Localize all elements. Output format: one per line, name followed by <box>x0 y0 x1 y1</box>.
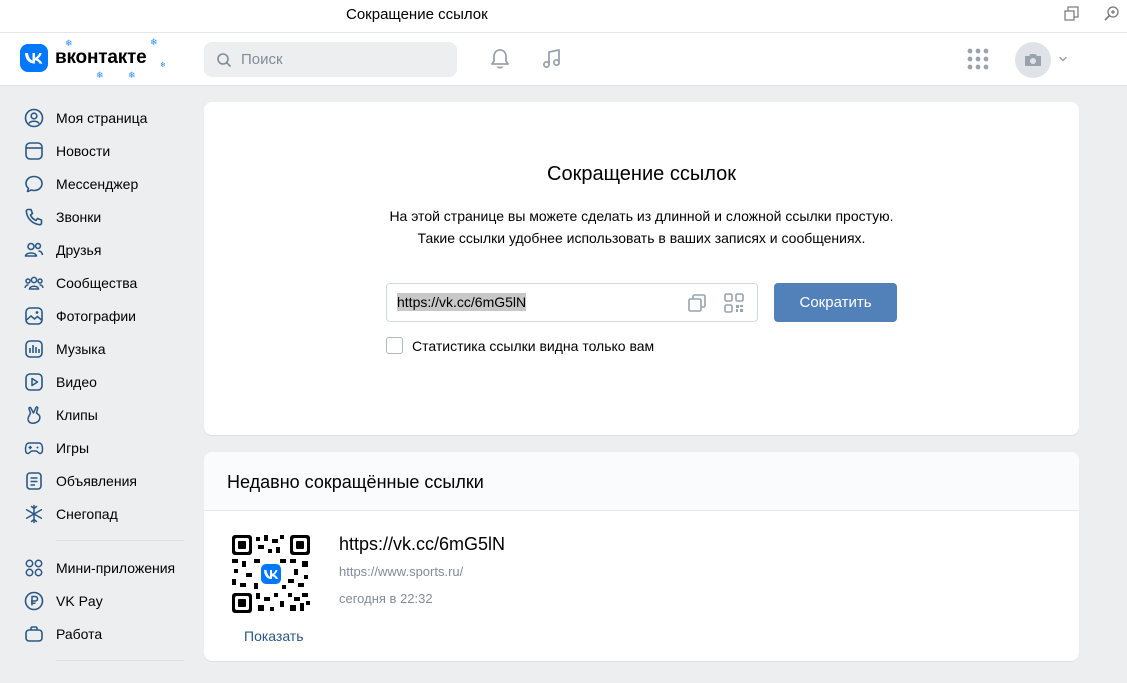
sidebar-item-mini-apps[interactable]: Мини-приложения <box>0 551 200 584</box>
url-input-field[interactable]: https://vk.cc/6mG5lN <box>386 283 758 322</box>
snowflake-icon <box>25 504 43 523</box>
checkbox-label[interactable]: Статистика ссылки видна только вам <box>412 338 654 354</box>
sidebar-item-vk-pay[interactable]: VK Pay <box>0 584 200 617</box>
apps-grid-icon[interactable] <box>965 46 991 72</box>
sidebar-item-label: Фотографии <box>56 307 137 324</box>
sidebar-item-label: Моя страница <box>56 109 148 126</box>
description-line: На этой странице вы можете сделать из дл… <box>389 208 894 224</box>
video-icon <box>25 372 43 391</box>
sidebar-item-friends[interactable]: Друзья <box>0 233 200 266</box>
apps-icon <box>25 559 43 576</box>
sidebar-item-video[interactable]: Видео <box>0 365 200 398</box>
search-icon <box>217 52 231 67</box>
sidebar-item-photos[interactable]: Фотографии <box>0 299 200 332</box>
recent-links-header: Недавно сокращённые ссылки <box>204 452 1079 511</box>
avatar[interactable] <box>1015 42 1051 78</box>
shorten-button[interactable]: Сократить <box>774 283 897 322</box>
sidebar-item-label: Клипы <box>56 406 98 423</box>
sidebar-item-communities[interactable]: Сообщества <box>0 266 200 299</box>
logo-text: вконтакте <box>55 47 147 68</box>
sidebar-item-messenger[interactable]: Мессенджер <box>0 167 200 200</box>
vkpay-icon <box>24 591 44 610</box>
sidebar-item-label: Музыка <box>56 340 106 357</box>
sidebar-divider <box>56 660 184 661</box>
copy-icon[interactable] <box>686 292 708 314</box>
sidebar-item-label: Новости <box>56 142 111 159</box>
page-title: Сокращение ссылок <box>547 163 736 185</box>
sidebar-item-news[interactable]: Новости <box>0 134 200 167</box>
snowflake-decor-icon: ❄ <box>65 38 73 48</box>
zoom-icon[interactable] <box>1103 5 1121 23</box>
communities-icon <box>24 276 44 290</box>
phone-icon <box>25 208 43 226</box>
recent-links-title: Недавно сокращённые ссылки <box>227 472 484 492</box>
qr-code-image[interactable] <box>232 535 310 613</box>
short-url-link[interactable]: https://vk.cc/6mG5lN <box>339 534 505 555</box>
clips-icon <box>27 405 41 424</box>
restore-icon[interactable] <box>1063 5 1081 23</box>
left-sidebar: Моя страница Новости Мессенджер Звонки Д… <box>0 101 200 671</box>
sidebar-item-music[interactable]: Музыка <box>0 332 200 365</box>
stats-private-checkbox[interactable]: Статистика ссылки видна только вам <box>386 337 654 354</box>
user-circle-icon <box>24 108 44 127</box>
show-qr-link[interactable]: Показать <box>244 628 304 644</box>
sidebar-item-label: Мессенджер <box>56 175 139 192</box>
friends-icon <box>24 242 44 257</box>
camera-icon <box>1025 54 1041 66</box>
sidebar-item-games[interactable]: Игры <box>0 431 200 464</box>
music-note-icon[interactable] <box>539 46 565 72</box>
message-icon <box>25 175 43 192</box>
sidebar-item-work[interactable]: Работа <box>0 617 200 650</box>
sidebar-item-label: Звонки <box>56 208 102 225</box>
sidebar-divider <box>56 540 184 541</box>
sidebar-item-label: Видео <box>56 373 97 390</box>
qr-code-icon[interactable] <box>723 292 745 314</box>
sidebar-item-clips[interactable]: Клипы <box>0 398 200 431</box>
sidebar-item-label: Объявления <box>56 472 137 489</box>
classifieds-icon <box>26 471 42 490</box>
link-timestamp: сегодня в 22:32 <box>339 591 433 606</box>
window-titlebar: Сокращение ссылок <box>0 0 1127 33</box>
sidebar-item-label: Сообщества <box>56 274 138 291</box>
sidebar-item-label: VK Pay <box>56 592 103 609</box>
vk-logo[interactable]: вконтакте <box>20 44 147 72</box>
news-icon <box>25 141 43 160</box>
snowflake-decor-icon: ❄ <box>128 70 136 80</box>
sidebar-item-snowfall[interactable]: Снегопад <box>0 497 200 530</box>
briefcase-icon <box>25 625 43 642</box>
sidebar-item-label: Снегопад <box>56 505 118 522</box>
page-description: На этой странице вы можете сделать из дл… <box>204 205 1079 249</box>
snowflake-decor-icon: ❄ <box>160 62 166 69</box>
sidebar-item-calls[interactable]: Звонки <box>0 200 200 233</box>
original-url-link[interactable]: https://www.sports.ru/ <box>339 564 463 579</box>
sidebar-item-classifieds[interactable]: Объявления <box>0 464 200 497</box>
sidebar-item-label: Друзья <box>56 241 102 258</box>
sidebar-item-label: Работа <box>56 625 103 642</box>
description-line: Такие ссылки удобнее использовать в ваши… <box>417 230 866 246</box>
sidebar-item-my-page[interactable]: Моя страница <box>0 101 200 134</box>
search-input[interactable] <box>241 51 441 68</box>
snowflake-decor-icon: ❄ <box>96 70 104 80</box>
vk-logo-icon <box>20 44 48 72</box>
url-input-value[interactable]: https://vk.cc/6mG5lN <box>397 293 527 311</box>
checkbox[interactable] <box>386 337 403 354</box>
search-bar[interactable] <box>204 42 457 77</box>
gamepad-icon <box>24 441 44 454</box>
window-title: Сокращение ссылок <box>346 6 488 23</box>
bell-icon[interactable] <box>487 46 513 72</box>
recent-links-card: Недавно сокращённые ссылки Показать http… <box>204 452 1079 661</box>
sidebar-item-label: Мини-приложения <box>56 559 176 576</box>
top-header: вконтакте ❄ ❄ ❄ ❄ ❄ <box>0 33 1127 86</box>
snowflake-decor-icon: ❄ <box>150 37 158 47</box>
music-icon <box>25 339 43 358</box>
sidebar-item-label: Игры <box>56 439 90 456</box>
link-shortener-card: Сокращение ссылок На этой странице вы мо… <box>204 102 1079 435</box>
photo-icon <box>25 306 43 325</box>
chevron-down-icon[interactable] <box>1057 53 1069 65</box>
